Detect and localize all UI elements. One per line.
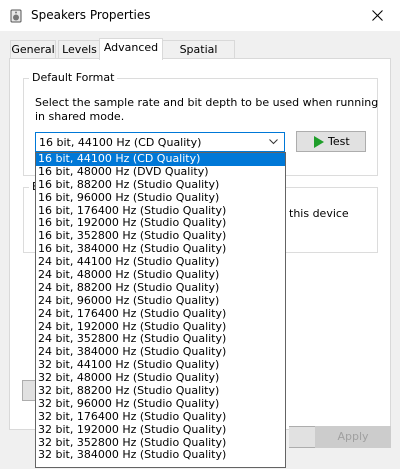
dropdown-option[interactable]: 32 bit, 96000 Hz (Studio Quality) xyxy=(36,397,285,411)
dropdown-option[interactable]: 24 bit, 96000 Hz (Studio Quality) xyxy=(36,294,285,308)
default-format-description-line1: Select the sample rate and bit depth to … xyxy=(35,96,379,109)
test-button[interactable]: Test xyxy=(296,131,366,152)
exclusive-control-text: this device xyxy=(289,207,349,220)
dropdown-option[interactable]: 16 bit, 48000 Hz (DVD Quality) xyxy=(36,165,285,179)
dropdown-option[interactable]: 32 bit, 192000 Hz (Studio Quality) xyxy=(36,423,285,437)
dropdown-option[interactable]: 16 bit, 88200 Hz (Studio Quality) xyxy=(36,178,285,192)
tab-label: General xyxy=(11,43,55,56)
tab-advanced[interactable]: Advanced xyxy=(99,38,163,60)
window-title: Speakers Properties xyxy=(31,8,151,22)
apply-button-label: Apply xyxy=(337,430,369,443)
tab-spatial-sound[interactable]: Spatial sound xyxy=(162,40,235,74)
sample-rate-dropdown-list[interactable]: 16 bit, 44100 Hz (CD Quality) 16 bit, 480… xyxy=(35,152,286,468)
tab-label: Advanced xyxy=(103,41,159,54)
dropdown-option[interactable]: 24 bit, 176400 Hz (Studio Quality) xyxy=(36,307,285,321)
speakers-properties-window: Speakers Properties General Levels Advan… xyxy=(0,0,400,469)
close-icon xyxy=(372,10,383,21)
dropdown-option[interactable]: 32 bit, 384000 Hz (Studio Quality) xyxy=(36,449,285,462)
dropdown-option[interactable]: 16 bit, 44100 Hz (CD Quality) xyxy=(36,153,285,166)
test-button-label: Test xyxy=(328,135,350,148)
close-button[interactable] xyxy=(354,0,400,31)
default-format-description-line2: in shared mode. xyxy=(35,110,125,123)
dropdown-option[interactable]: 24 bit, 48000 Hz (Studio Quality) xyxy=(36,268,285,282)
default-format-label: Default Format xyxy=(29,71,118,84)
tab-label: Levels xyxy=(62,43,97,56)
sample-rate-select[interactable]: 16 bit, 44100 Hz (CD Quality) xyxy=(35,132,285,152)
speaker-icon xyxy=(10,9,22,23)
tab-levels[interactable]: Levels xyxy=(58,40,101,59)
sample-rate-select-value: 16 bit, 44100 Hz (CD Quality) xyxy=(39,136,202,149)
dropdown-option[interactable]: 24 bit, 88200 Hz (Studio Quality) xyxy=(36,281,285,295)
apply-button[interactable]: Apply xyxy=(315,426,391,448)
title-bar[interactable]: Speakers Properties xyxy=(0,0,400,31)
play-icon xyxy=(314,136,324,148)
dropdown-option[interactable]: 16 bit, 96000 Hz (Studio Quality) xyxy=(36,191,285,205)
dropdown-option[interactable]: 32 bit, 176400 Hz (Studio Quality) xyxy=(36,410,285,424)
dropdown-option[interactable]: 32 bit, 88200 Hz (Studio Quality) xyxy=(36,384,285,398)
chevron-down-icon xyxy=(269,139,278,145)
tab-general[interactable]: General xyxy=(10,40,56,59)
